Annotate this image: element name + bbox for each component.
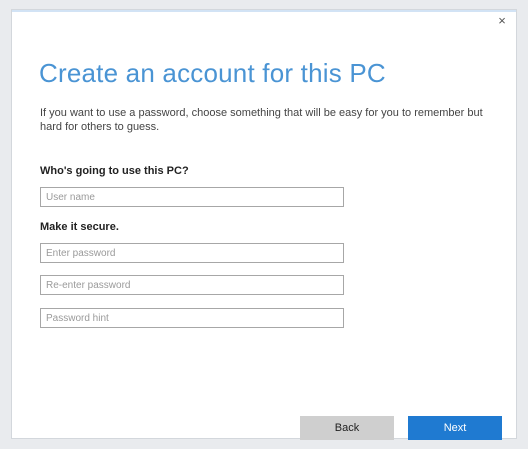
instructions-text: If you want to use a password, choose so… [40, 107, 483, 133]
window-top-border [12, 10, 516, 12]
username-input[interactable] [40, 187, 344, 207]
password-input[interactable] [40, 243, 344, 263]
close-icon[interactable]: × [492, 12, 512, 30]
reenter-password-input[interactable] [40, 275, 344, 295]
who-label: Who's going to use this PC? [40, 165, 189, 177]
page-title: Create an account for this PC [39, 58, 386, 88]
create-account-dialog: × Create an account for this PC If you w… [12, 10, 516, 440]
back-button[interactable]: Back [300, 416, 394, 440]
password-hint-input[interactable] [40, 308, 344, 328]
next-button[interactable]: Next [408, 416, 502, 440]
secure-label: Make it secure. [40, 221, 119, 233]
